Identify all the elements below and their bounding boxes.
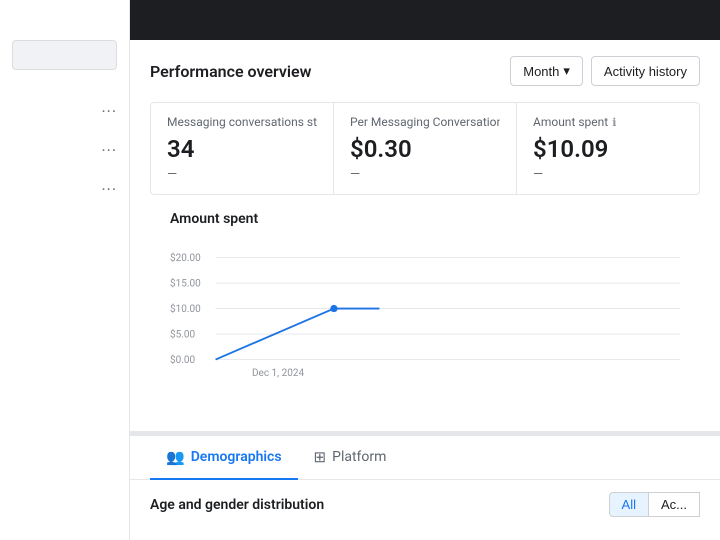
metric-dash-amount-spent: — xyxy=(533,167,683,182)
metric-label-amount-spent: Amount spent ℹ xyxy=(533,115,683,129)
metrics-row: Messaging conversations started ℹ 34 — P… xyxy=(150,102,700,195)
performance-title: Performance overview xyxy=(150,62,311,81)
demographics-section-title: Age and gender distribution xyxy=(150,497,324,513)
metric-value-per-conversation: $0.30 xyxy=(350,135,500,163)
chevron-down-icon: ▾ xyxy=(563,63,570,79)
metric-card-conversations: Messaging conversations started ℹ 34 — xyxy=(151,103,334,194)
more-options-icon: ··· xyxy=(101,102,117,121)
sidebar-search-box[interactable] xyxy=(12,40,117,70)
demographics-header: Age and gender distribution All Ac... xyxy=(150,492,700,517)
sidebar: ··· ··· ··· xyxy=(0,0,130,540)
y-label-10: $10.00 xyxy=(170,302,201,315)
metric-label-per-conversation: Per Messaging Conversation Started ℹ xyxy=(350,115,500,129)
info-icon-3: ℹ xyxy=(612,116,616,129)
data-point-dot xyxy=(330,305,337,312)
demographics-filter-controls: All Ac... xyxy=(609,492,700,517)
sidebar-item-2[interactable]: ··· xyxy=(0,133,129,168)
x-label-date: Dec 1, 2024 xyxy=(252,368,305,379)
filter-partial-button[interactable]: Ac... xyxy=(649,492,700,517)
tab-platform-label: Platform xyxy=(332,449,386,465)
bar-chart-preview: 7 xyxy=(150,529,700,540)
demographics-section: 👥 Demographics ⊞ Platform Age and gender… xyxy=(130,432,720,540)
month-button[interactable]: Month ▾ xyxy=(510,56,583,86)
tab-demographics-label: Demographics xyxy=(191,449,282,465)
main-content: Performance overview Month ▾ Activity hi… xyxy=(130,0,720,540)
sidebar-nav: ··· ··· ··· xyxy=(0,86,129,215)
tab-platform[interactable]: ⊞ Platform xyxy=(298,436,403,480)
metric-label-conversations: Messaging conversations started ℹ xyxy=(167,115,317,129)
filter-all-button[interactable]: All xyxy=(609,492,649,517)
metric-card-amount-spent: Amount spent ℹ $10.09 — xyxy=(517,103,699,194)
performance-header: Performance overview Month ▾ Activity hi… xyxy=(150,56,700,86)
demographics-icon: 👥 xyxy=(166,448,185,466)
metric-dash-per-conversation: — xyxy=(350,167,500,182)
chart-svg: $20.00 $15.00 $10.00 $5.00 $0.00 D xyxy=(170,239,680,399)
y-label-15: $15.00 xyxy=(170,277,201,290)
more-options-icon: ··· xyxy=(101,141,117,160)
metric-value-conversations: 34 xyxy=(167,135,317,163)
y-label-20: $20.00 xyxy=(170,251,201,264)
more-options-icon: ··· xyxy=(101,180,117,199)
tab-demographics[interactable]: 👥 Demographics xyxy=(150,436,298,480)
sidebar-item-3[interactable]: ··· xyxy=(0,172,129,207)
amount-spent-chart-section: Amount spent $20.00 $15.00 $10.00 $5.00 … xyxy=(150,211,700,415)
activity-history-button[interactable]: Activity history xyxy=(591,56,700,86)
metric-value-amount-spent: $10.09 xyxy=(533,135,683,163)
y-label-0: $0.00 xyxy=(170,353,195,366)
chart-title: Amount spent xyxy=(170,211,680,227)
chart-area: $20.00 $15.00 $10.00 $5.00 $0.00 D xyxy=(170,239,680,399)
metric-card-per-conversation: Per Messaging Conversation Started ℹ $0.… xyxy=(334,103,517,194)
performance-overview: Performance overview Month ▾ Activity hi… xyxy=(130,40,720,432)
demo-tabs: 👥 Demographics ⊞ Platform xyxy=(130,436,720,480)
sidebar-item-1[interactable]: ··· xyxy=(0,94,129,129)
platform-icon: ⊞ xyxy=(314,448,327,466)
y-label-5: $5.00 xyxy=(170,328,195,341)
metric-dash-conversations: — xyxy=(167,167,317,182)
demographics-content: Age and gender distribution All Ac... 7 xyxy=(130,480,720,540)
top-bar xyxy=(130,0,720,40)
performance-controls: Month ▾ Activity history xyxy=(510,56,700,86)
